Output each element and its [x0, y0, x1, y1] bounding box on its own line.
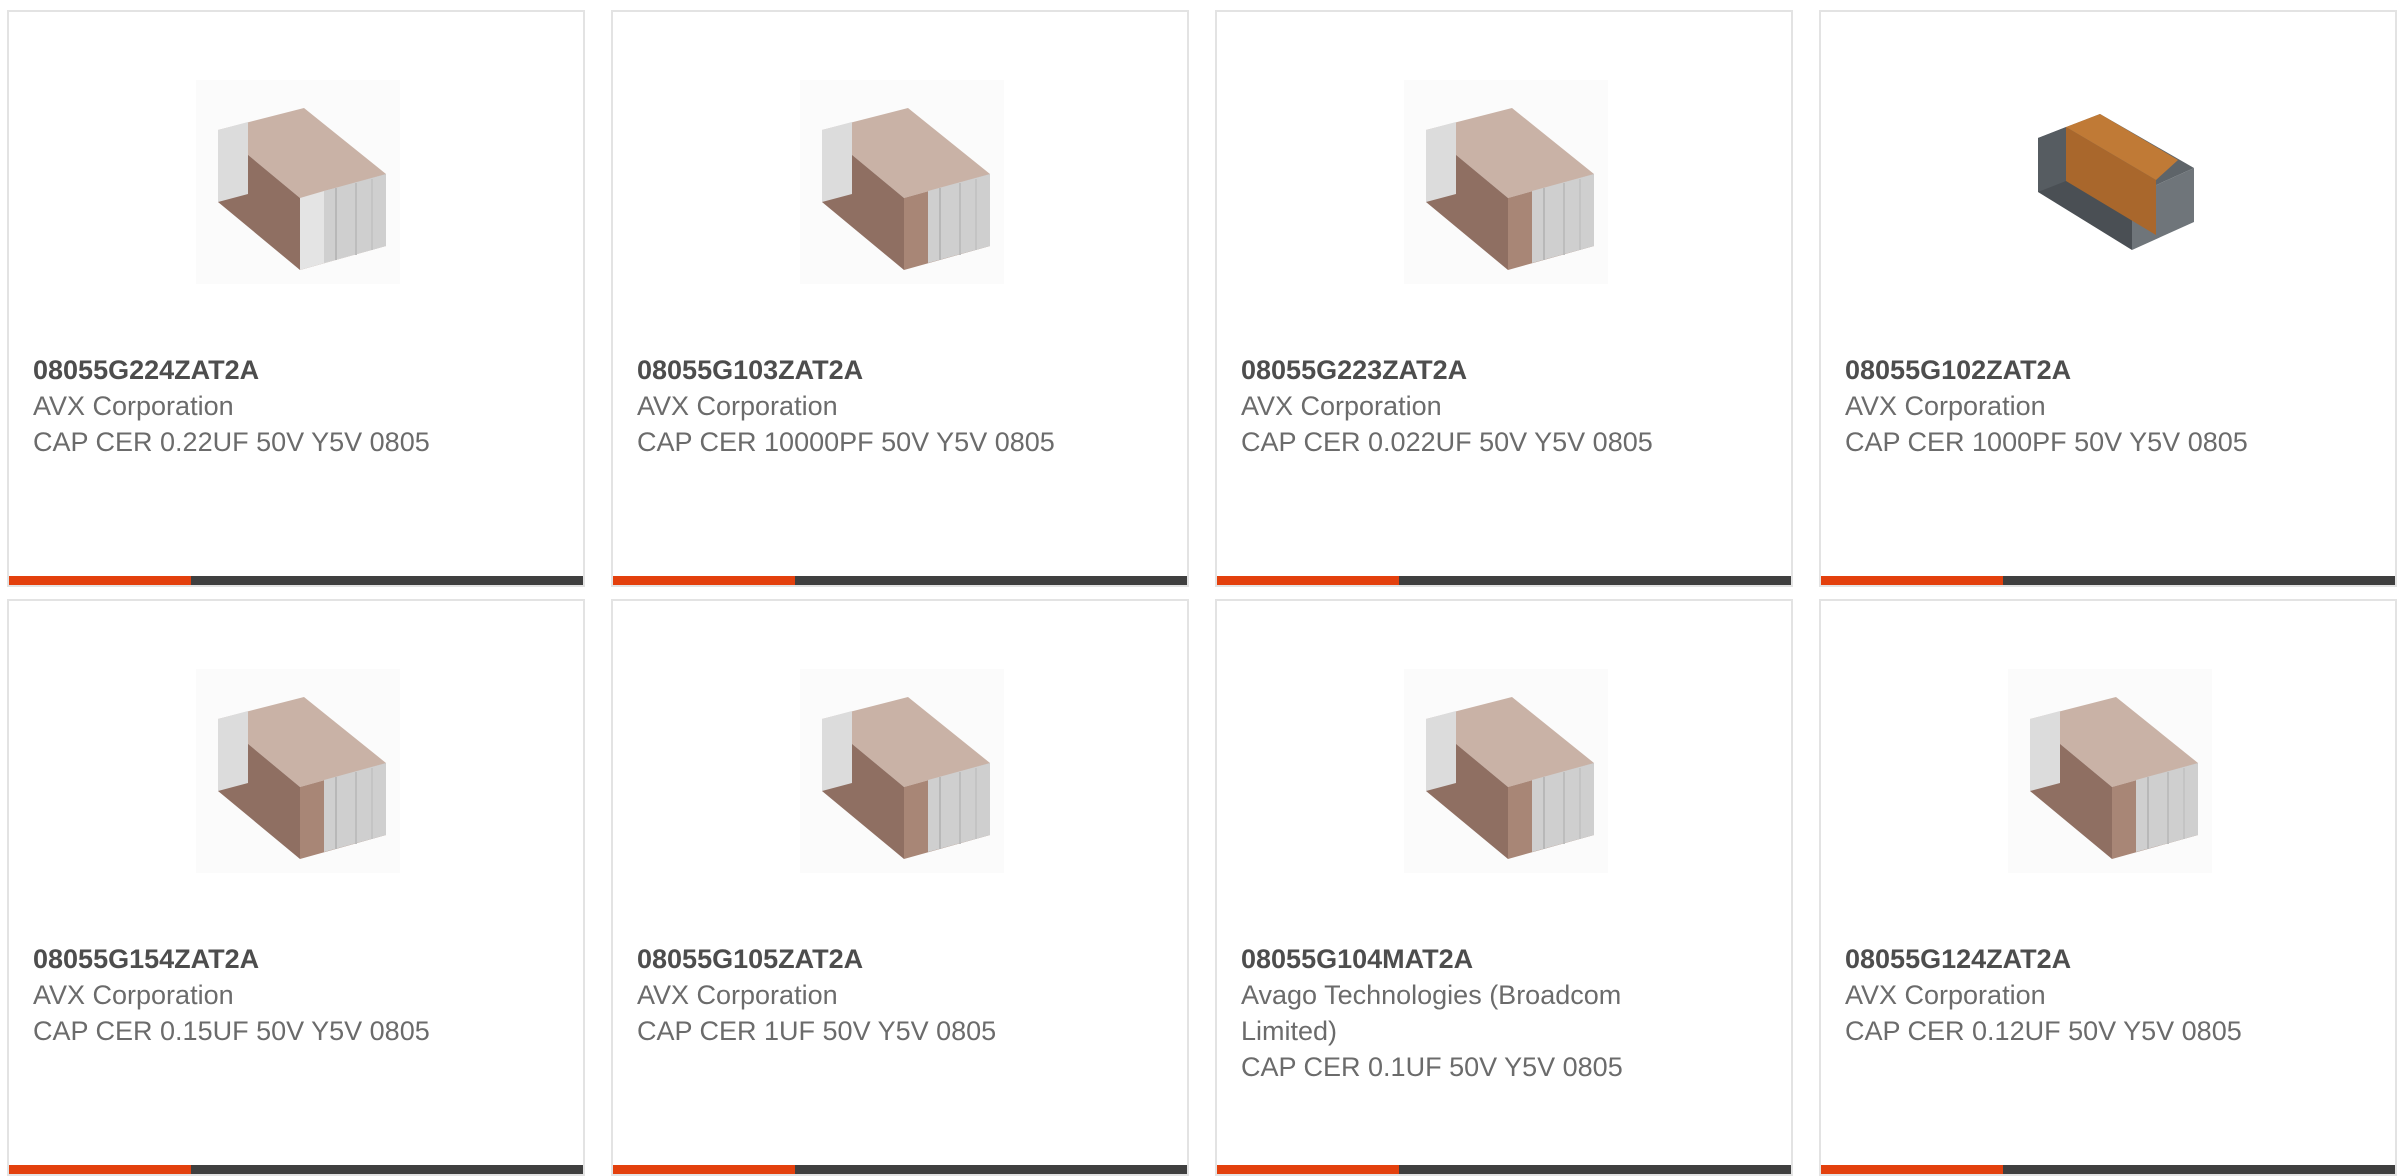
product-card[interactable]: 08055G105ZAT2A AVX Corporation CAP CER 1… [611, 599, 1189, 1176]
ceramic-capacitor-icon[interactable] [196, 669, 400, 873]
product-grid: 08055G224ZAT2A AVX Corporation CAP CER 0… [0, 0, 2404, 1176]
part-number-link[interactable]: 08055G105ZAT2A [637, 941, 1157, 977]
card-bottom-bar [9, 576, 583, 585]
card-accent-bar [9, 1165, 191, 1174]
product-card[interactable]: 08055G104MAT2A Avago Technologies (Broad… [1215, 599, 1793, 1176]
product-card[interactable]: 08055G102ZAT2A AVX Corporation CAP CER 1… [1819, 10, 2397, 587]
card-bottom-bar [1821, 1165, 2395, 1174]
part-number-link[interactable]: 08055G104MAT2A [1241, 941, 1761, 977]
part-number-link[interactable]: 08055G224ZAT2A [33, 352, 553, 388]
card-bottom-bar [613, 1165, 1187, 1174]
product-card[interactable]: 08055G223ZAT2A AVX Corporation CAP CER 0… [1215, 10, 1793, 587]
card-accent-bar [1821, 1165, 2003, 1174]
product-card[interactable]: 08055G154ZAT2A AVX Corporation CAP CER 0… [7, 599, 585, 1176]
product-description: CAP CER 0.12UF 50V Y5V 0805 [1845, 1016, 2242, 1046]
manufacturer-name: AVX Corporation [33, 980, 234, 1010]
ceramic-capacitor-icon[interactable] [1404, 669, 1608, 873]
ceramic-capacitor-icon[interactable] [1404, 80, 1608, 284]
card-accent-bar [1821, 576, 2003, 585]
manufacturer-name: AVX Corporation [1845, 980, 2046, 1010]
card-bottom-bar [613, 576, 1187, 585]
product-description: CAP CER 0.022UF 50V Y5V 0805 [1241, 427, 1653, 457]
part-number-link[interactable]: 08055G124ZAT2A [1845, 941, 2365, 977]
manufacturer-name: AVX Corporation [1845, 391, 2046, 421]
manufacturer-name: Avago Technologies (Broadcom Limited) [1241, 980, 1622, 1046]
part-number-link[interactable]: 08055G223ZAT2A [1241, 352, 1761, 388]
card-bottom-bar [1217, 1165, 1791, 1174]
product-card[interactable]: 08055G124ZAT2A AVX Corporation CAP CER 0… [1819, 599, 2397, 1176]
manufacturer-name: AVX Corporation [637, 391, 838, 421]
ceramic-capacitor-icon[interactable] [800, 80, 1004, 284]
card-bottom-bar [9, 1165, 583, 1174]
manufacturer-name: AVX Corporation [33, 391, 234, 421]
part-number-link[interactable]: 08055G102ZAT2A [1845, 352, 2365, 388]
manufacturer-name: AVX Corporation [1241, 391, 1442, 421]
part-number-link[interactable]: 08055G103ZAT2A [637, 352, 1157, 388]
part-number-link[interactable]: 08055G154ZAT2A [33, 941, 553, 977]
card-accent-bar [613, 576, 795, 585]
card-accent-bar [1217, 1165, 1399, 1174]
card-accent-bar [1217, 576, 1399, 585]
product-description: CAP CER 1UF 50V Y5V 0805 [637, 1016, 997, 1046]
product-description: CAP CER 1000PF 50V Y5V 0805 [1845, 427, 2248, 457]
manufacturer-name: AVX Corporation [637, 980, 838, 1010]
product-card[interactable]: 08055G103ZAT2A AVX Corporation CAP CER 1… [611, 10, 1189, 587]
ceramic-capacitor-icon[interactable] [2008, 669, 2212, 873]
product-description: CAP CER 10000PF 50V Y5V 0805 [637, 427, 1055, 457]
card-accent-bar [9, 576, 191, 585]
product-description: CAP CER 0.22UF 50V Y5V 0805 [33, 427, 430, 457]
product-card[interactable]: 08055G224ZAT2A AVX Corporation CAP CER 0… [7, 10, 585, 587]
ceramic-capacitor-icon[interactable] [196, 80, 400, 284]
card-bottom-bar [1821, 576, 2395, 585]
chip-capacitor-dark-icon[interactable] [2008, 80, 2212, 284]
ceramic-capacitor-icon[interactable] [800, 669, 1004, 873]
card-accent-bar [613, 1165, 795, 1174]
product-description: CAP CER 0.1UF 50V Y5V 0805 [1241, 1052, 1623, 1082]
product-description: CAP CER 0.15UF 50V Y5V 0805 [33, 1016, 430, 1046]
card-bottom-bar [1217, 576, 1791, 585]
